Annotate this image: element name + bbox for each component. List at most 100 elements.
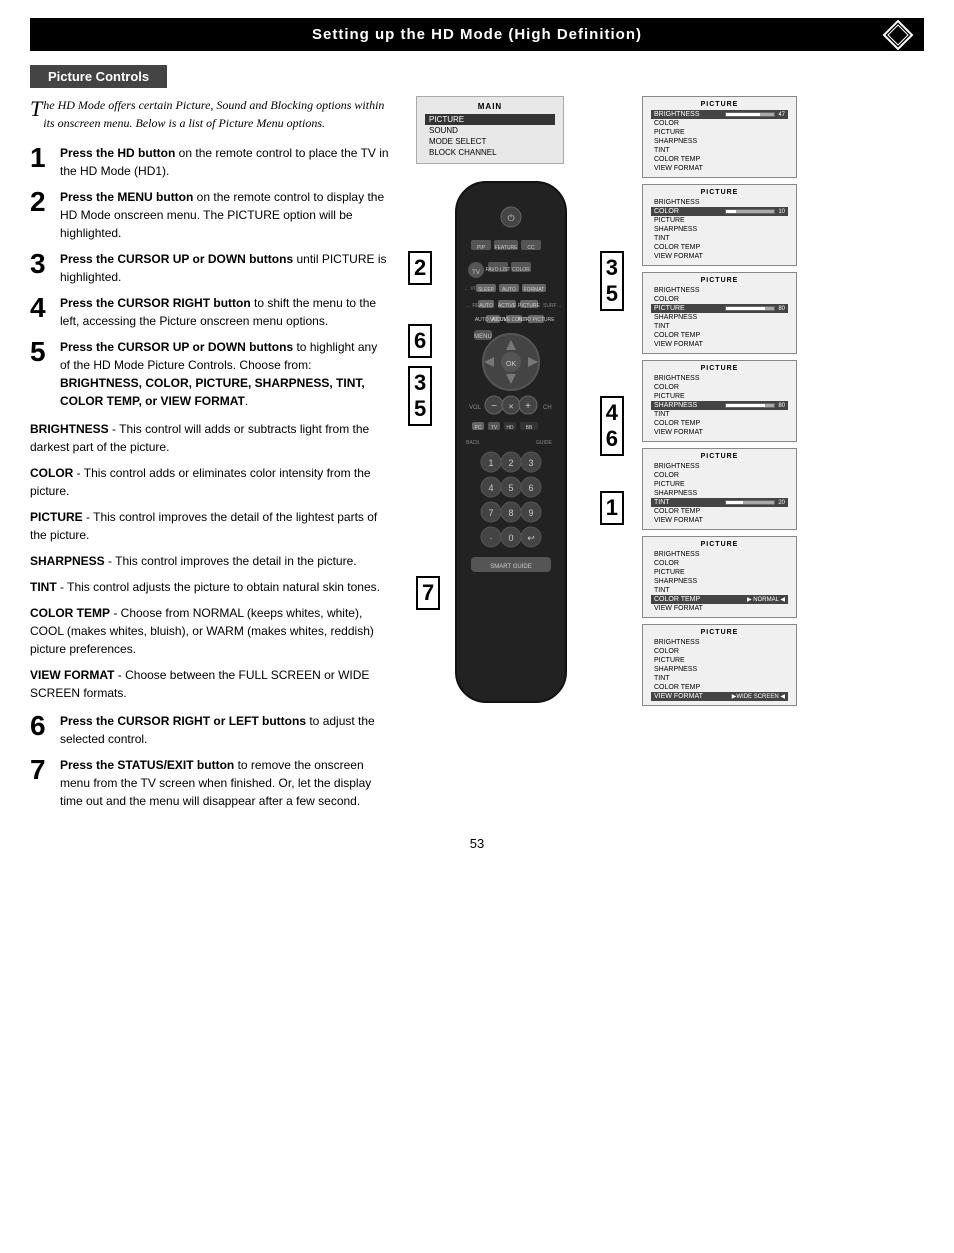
step-7-num: 7 (30, 756, 52, 784)
svg-text:PIP: PIP (477, 245, 486, 251)
main-menu-item-block: BLOCK CHANNEL (425, 147, 555, 158)
picture-panel-1: PICTURE BRIGHTNESS 47 COLOR PICTURE SHAR… (642, 96, 797, 178)
svg-text:AUTO: AUTO (479, 303, 493, 309)
picture-panel-4: PICTURE BRIGHTNESS COLOR PICTURE SHARPNE… (642, 360, 797, 442)
picture-panel-7: PICTURE BRIGHTNESS COLOR PICTURE SHARPNE… (642, 624, 797, 706)
overlay-step-6: 6 (408, 324, 432, 358)
svg-text:↩: ↩ (527, 533, 535, 543)
step-4-text: Press the CURSOR RIGHT button to shift t… (60, 294, 390, 330)
step-1-text: Press the HD button on the remote contro… (60, 144, 390, 180)
svg-text:BB: BB (526, 425, 533, 431)
step-1: 1 Press the HD button on the remote cont… (30, 144, 390, 180)
main-menu-item-picture: PICTURE (425, 114, 555, 125)
left-column: T he HD Mode offers certain Picture, Sou… (30, 96, 390, 818)
step-5-num: 5 (30, 338, 52, 366)
panel-2-title: PICTURE (651, 189, 788, 196)
step-7: 7 Press the STATUS/EXIT button to remove… (30, 756, 390, 810)
desc-tint: TINT - This control adjusts the picture … (30, 578, 390, 596)
overlay-step-1: 1 (600, 491, 624, 525)
svg-text:CC: CC (527, 245, 535, 251)
panel-6-item-colortemp: COLOR TEMP ▶ NORMAL ◀ (651, 595, 788, 604)
svg-text:MENU: MENU (474, 334, 492, 340)
panel-7-title: PICTURE (651, 629, 788, 636)
center-column: MAIN PICTURE SOUND MODE SELECT BLOCK CHA… (406, 96, 626, 818)
step-6: 6 Press the CURSOR RIGHT or LEFT buttons… (30, 712, 390, 748)
overlay-step-7: 7 (416, 576, 440, 610)
svg-text:+: + (525, 401, 531, 412)
header-title: Setting up the HD Mode (High Definition) (312, 26, 642, 43)
right-column: PICTURE BRIGHTNESS 47 COLOR PICTURE SHAR… (642, 96, 924, 818)
svg-text:4: 4 (488, 483, 493, 493)
step-4-num: 4 (30, 294, 52, 322)
panel-1-item-brightness: BRIGHTNESS 47 (651, 110, 788, 119)
svg-text:PC: PC (475, 425, 482, 431)
page-header: Setting up the HD Mode (High Definition) (30, 18, 924, 51)
diamond-icon (882, 19, 914, 51)
svg-text:SLEEP: SLEEP (478, 287, 495, 293)
panel-4-item-sharpness: SHARPNESS 80 (651, 401, 788, 410)
svg-text:2: 2 (508, 458, 513, 468)
panel-7-item-viewformat: VIEW FORMAT ▶WIDE SCREEN ◀ (651, 692, 788, 701)
step-5: 5 Press the CURSOR UP or DOWN buttons to… (30, 338, 390, 410)
svg-text:BACK: BACK (466, 440, 480, 446)
section-header: Picture Controls (30, 65, 167, 88)
page-num-text: 53 (470, 836, 484, 851)
step-1-num: 1 (30, 144, 52, 172)
intro-body: he HD Mode offers certain Picture, Sound… (43, 98, 384, 130)
svg-text:0: 0 (508, 533, 513, 543)
svg-text:COLOR: COLOR (512, 267, 530, 273)
desc-view-format: VIEW FORMAT - Choose between the FULL SC… (30, 666, 390, 702)
page-number: 53 (0, 836, 954, 851)
svg-text:ACTIVE: ACTIVE (498, 303, 517, 309)
svg-text:GUIDE: GUIDE (536, 440, 553, 446)
desc-brightness: BRIGHTNESS - This control will adds or s… (30, 420, 390, 456)
panel-5-title: PICTURE (651, 453, 788, 460)
overlay-step-2: 2 (408, 251, 432, 285)
section-title: Picture Controls (48, 69, 149, 84)
picture-panel-2: PICTURE BRIGHTNESS COLOR 10 PICTURE SHAR… (642, 184, 797, 266)
step-2: 2 Press the MENU button on the remote co… (30, 188, 390, 242)
svg-text:SURF→: SURF→ (543, 303, 562, 309)
svg-text:PICTURE: PICTURE (518, 303, 541, 309)
panel-1-title: PICTURE (651, 101, 788, 108)
overlay-step-3-5-b: 35 (408, 366, 432, 426)
picture-panel-3: PICTURE BRIGHTNESS COLOR PICTURE 80 SHAR… (642, 272, 797, 354)
step-7-text: Press the STATUS/EXIT button to remove t… (60, 756, 390, 810)
svg-text:TV: TV (491, 425, 498, 431)
intro-text: T he HD Mode offers certain Picture, Sou… (30, 96, 390, 132)
svg-text:HD: HD (506, 425, 514, 431)
desc-color: COLOR - This control adds or eliminates … (30, 464, 390, 500)
desc-sharpness: SHARPNESS - This control improves the de… (30, 552, 390, 570)
svg-text:TV: TV (472, 270, 480, 276)
main-menu-item-sound: SOUND (425, 125, 555, 136)
svg-text:AUTO: AUTO (502, 287, 516, 293)
panel-6-title: PICTURE (651, 541, 788, 548)
panel-3-item-picture: PICTURE 80 (651, 304, 788, 313)
svg-text:5: 5 (508, 483, 513, 493)
desc-color-temp: COLOR TEMP - Choose from NORMAL (keeps w… (30, 604, 390, 658)
panel-2-item-color: COLOR 10 (651, 207, 788, 216)
svg-text:AUTO PICTURE: AUTO PICTURE (517, 317, 555, 323)
panel-4-title: PICTURE (651, 365, 788, 372)
step-3-text: Press the CURSOR UP or DOWN buttons unti… (60, 250, 390, 286)
svg-text:FAVO LIST: FAVO LIST (486, 267, 511, 273)
svg-text:7: 7 (488, 508, 493, 518)
remote-control: ⏻ PIP FEATURE CC TV FAVO LIST COLOR ← VO… (416, 172, 606, 732)
svg-text:CH: CH (543, 405, 552, 411)
step-6-text: Press the CURSOR RIGHT or LEFT buttons t… (60, 712, 390, 748)
svg-text:FEATURE: FEATURE (495, 245, 519, 251)
svg-text:1: 1 (488, 458, 493, 468)
svg-text:FORMAT: FORMAT (524, 287, 545, 293)
overlay-step-3-top: 35 (600, 251, 624, 311)
svg-text:✕: ✕ (508, 404, 514, 411)
step-2-num: 2 (30, 188, 52, 216)
main-menu-box: MAIN PICTURE SOUND MODE SELECT BLOCK CHA… (416, 96, 564, 164)
step-5-text: Press the CURSOR UP or DOWN buttons to h… (60, 338, 390, 410)
svg-text:VOL: VOL (469, 405, 482, 411)
desc-picture: PICTURE - This control improves the deta… (30, 508, 390, 544)
panel-5-item-tint: TINT 20 (651, 498, 788, 507)
step-2-text: Press the MENU button on the remote cont… (60, 188, 390, 242)
svg-text:8: 8 (508, 508, 513, 518)
overlay-step-4-6: 46 (600, 396, 624, 456)
picture-panel-5: PICTURE BRIGHTNESS COLOR PICTURE SHARPNE… (642, 448, 797, 530)
